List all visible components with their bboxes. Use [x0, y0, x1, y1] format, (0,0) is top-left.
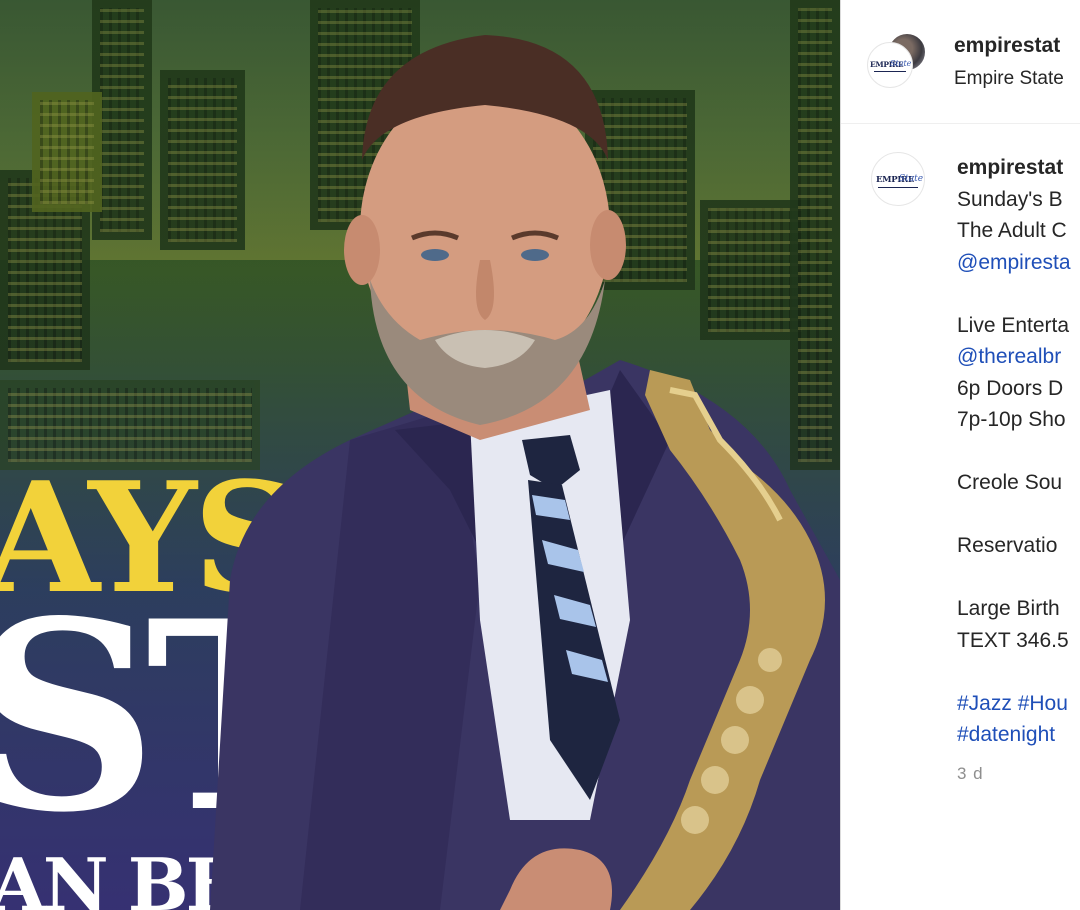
post-sidebar: EMPIRE State empirestat Empire State EMP…: [841, 0, 1080, 910]
header-location[interactable]: Empire State: [954, 68, 1064, 90]
caption-hashtags[interactable]: #datenight: [957, 719, 1080, 751]
caption-line: Creole Sou: [957, 471, 1063, 494]
post-caption: empirestat Sunday's B The Adult C @empir…: [957, 152, 1080, 751]
caption-line: 6p Doors D: [957, 376, 1064, 400]
caption-hashtags[interactable]: #Jazz #Hou: [957, 688, 1080, 720]
caption-mention[interactable]: @empiresta: [957, 247, 1080, 279]
saxophonist-photo: [210, 35, 840, 910]
header-username[interactable]: empirestat: [954, 34, 1060, 58]
avatar-logo-right: State: [899, 174, 924, 184]
caption-line: TEXT 346.5: [957, 628, 1069, 652]
caption-line: Large Birth: [957, 597, 1060, 620]
avatar-logo-rule: [878, 187, 918, 188]
post-image[interactable]: AYS ST AN BEST: [0, 0, 840, 910]
caption-line: Live Enterta: [957, 313, 1070, 337]
caption-username[interactable]: empirestat: [957, 152, 1080, 184]
avatar-logo-right: State: [890, 59, 912, 68]
post-header: EMPIRE State empirestat Empire State: [841, 0, 1080, 124]
caption-avatar[interactable]: EMPIRE State: [871, 152, 925, 206]
caption-line: 7p-10p Sho: [957, 408, 1066, 431]
caption-line: The Adult C: [957, 219, 1067, 242]
caption-line: Reservatio: [957, 534, 1058, 557]
profile-avatar[interactable]: EMPIRE State: [867, 42, 913, 88]
caption-mention[interactable]: @therealbr: [957, 341, 1080, 373]
avatar-logo-rule: [874, 71, 906, 72]
caption-line: Sunday's B: [957, 187, 1063, 211]
post-timestamp[interactable]: 3 d: [957, 764, 984, 784]
